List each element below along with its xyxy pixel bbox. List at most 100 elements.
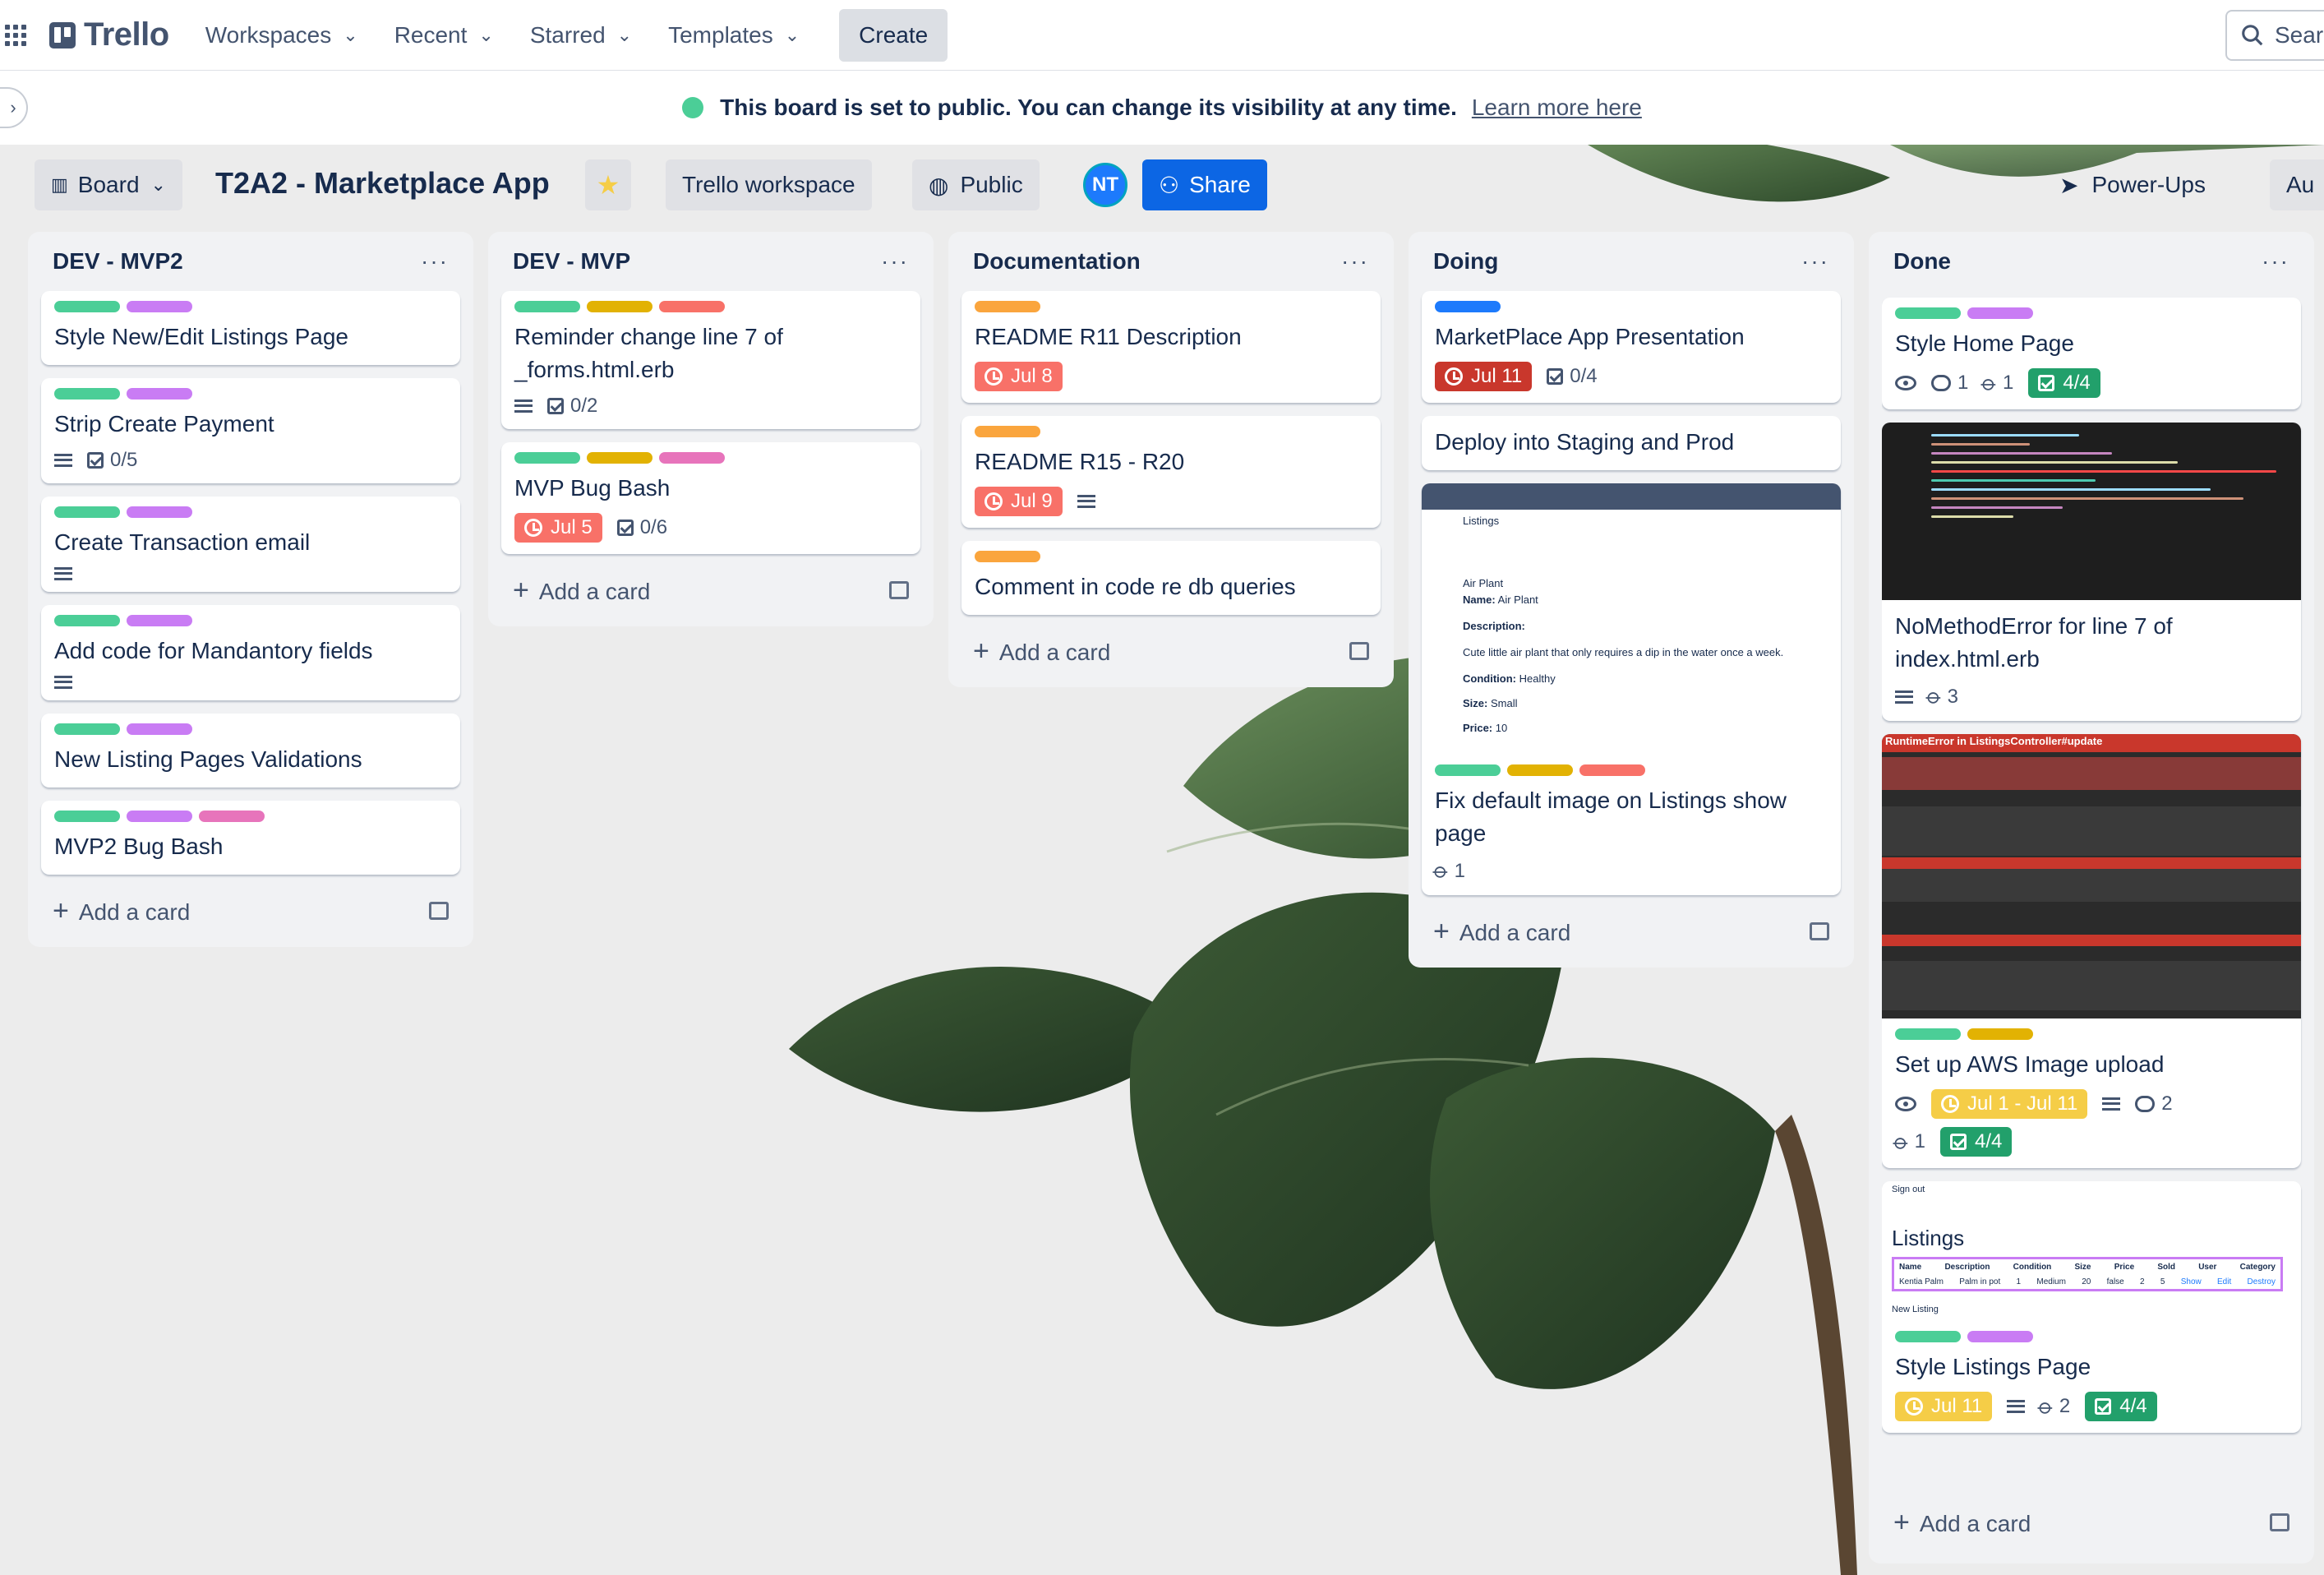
list-done: Done ··· Style Home Page 1 ⌀ 1 4/4 NoMethodE… (1869, 232, 2314, 1563)
rocket-icon: ➤ (2059, 172, 2079, 198)
card-template-icon[interactable] (1349, 642, 1369, 660)
card[interactable]: Reminder change line 7 of _forms.html.er… (501, 291, 920, 429)
due-date: Jul 5 (551, 516, 593, 538)
add-card-button[interactable]: + Add a card (41, 888, 460, 934)
card-template-icon[interactable] (2270, 1513, 2289, 1531)
workspace-button[interactable]: Trello workspace (666, 159, 872, 210)
add-card-button[interactable]: + Add a card (501, 567, 920, 613)
comment-count: 2 (2161, 1092, 2173, 1115)
plus-icon: + (973, 635, 989, 667)
nav-recent[interactable]: Recent ⌄ (394, 22, 494, 48)
list-title[interactable]: DEV - MVP2 (53, 248, 183, 275)
list-title[interactable]: DEV - MVP (513, 248, 630, 275)
visibility-button[interactable]: ◍ Public (912, 159, 1040, 210)
nav-templates[interactable]: Templates ⌄ (668, 22, 800, 48)
due-date-badge[interactable]: Jul 1 - Jul 11 (1931, 1089, 2088, 1119)
card-cover-image: Listings Air Plant Name: Air Plant Descr… (1422, 483, 1841, 755)
share-label: Share (1189, 172, 1251, 197)
cover-desc-label: Description: (1463, 620, 1525, 632)
card[interactable]: RuntimeError in ListingsController#updat… (1882, 734, 2301, 1168)
learn-more-link[interactable]: Learn more here (1472, 95, 1642, 121)
plus-icon: + (53, 894, 69, 926)
card[interactable]: Add code for Mandantory fields (41, 605, 460, 700)
nav-workspaces[interactable]: Workspaces ⌄ (205, 22, 358, 48)
label-purple (127, 615, 192, 626)
attachment-badge: ⌀ 2 (2033, 1393, 2070, 1420)
cover-size-label: Size: (1463, 697, 1488, 709)
checklist-count: 4/4 (1975, 1130, 2003, 1152)
card-template-icon[interactable] (1810, 922, 1829, 940)
card[interactable]: Listings Air Plant Name: Air Plant Descr… (1422, 483, 1841, 895)
trello-logo[interactable]: Trello (49, 16, 169, 53)
cover-table-col: Price (2114, 1262, 2135, 1272)
checklist-complete-badge: 4/4 (2028, 368, 2100, 398)
label-purple (127, 811, 192, 822)
card-template-icon[interactable] (889, 581, 909, 599)
card[interactable]: Sign out Listings Name Description Conditi… (1882, 1181, 2301, 1433)
cover-new-listing: New Listing (1892, 1305, 1939, 1314)
add-card-button[interactable]: + Add a card (1882, 1499, 2301, 1545)
search-input[interactable]: Sear (2225, 10, 2324, 61)
card-template-icon[interactable] (429, 902, 449, 920)
automation-label: Au (2286, 172, 2315, 197)
list-title[interactable]: Documentation (973, 248, 1141, 275)
automation-button[interactable]: Au (2270, 159, 2324, 210)
card[interactable]: Create Transaction email (41, 497, 460, 592)
card[interactable]: MVP2 Bug Bash (41, 801, 460, 875)
label-green (1895, 307, 1961, 319)
card[interactable]: MVP Bug Bash Jul 5 0/6 (501, 442, 920, 554)
list-menu-icon[interactable]: ··· (1801, 248, 1829, 275)
share-button[interactable]: ⚇ Share (1142, 159, 1267, 210)
label-green (514, 452, 580, 464)
list-cards-scroll[interactable]: Style Home Page 1 ⌀ 1 4/4 NoMethodError for… (1882, 291, 2306, 1499)
card-title: Deploy into Staging and Prod (1435, 429, 1735, 455)
label-green (54, 388, 120, 400)
clock-icon (524, 519, 542, 537)
cover-condition-row: Condition: Healthy (1463, 672, 1556, 685)
add-card-button[interactable]: + Add a card (1422, 908, 1841, 954)
list-menu-icon[interactable]: ··· (2262, 248, 2289, 275)
due-date-badge[interactable]: Jul 11 (1895, 1392, 1993, 1421)
card[interactable]: Style New/Edit Listings Page (41, 291, 460, 365)
card[interactable]: README R15 - R20 Jul 9 (961, 416, 1381, 528)
list-title[interactable]: Doing (1433, 248, 1498, 275)
add-card-button[interactable]: + Add a card (961, 628, 1381, 674)
powerups-button[interactable]: ➤ Power-Ups (2043, 159, 2222, 210)
visibility-banner: This board is set to public. You can cha… (0, 71, 2324, 145)
due-date-badge[interactable]: Jul 11 (1435, 362, 1533, 391)
card[interactable]: README R11 Description Jul 8 (961, 291, 1381, 403)
cover-table-cell: Medium (2036, 1277, 2066, 1286)
list-title[interactable]: Done (1893, 248, 1951, 275)
due-date-badge[interactable]: Jul 9 (975, 487, 1063, 516)
cover-condition-label: Condition: (1463, 672, 1516, 685)
card[interactable]: Deploy into Staging and Prod (1422, 416, 1841, 470)
cover-table-action: Destroy (2247, 1277, 2276, 1286)
board-view-switcher[interactable]: ▥ Board ⌄ (35, 159, 182, 210)
checklist-count: 4/4 (2119, 1395, 2147, 1417)
nav-starred[interactable]: Starred ⌄ (530, 22, 632, 48)
card[interactable]: New Listing Pages Validations (41, 714, 460, 788)
card[interactable]: MarketPlace App Presentation Jul 11 0/4 (1422, 291, 1841, 403)
due-date-badge[interactable]: Jul 8 (975, 362, 1063, 391)
cover-table-header: Name Description Condition Size Price Sold Use… (1899, 1263, 2276, 1272)
board-title[interactable]: T2A2 - Marketplace App (215, 166, 550, 201)
cover-size-row: Size: Small (1463, 697, 1517, 709)
card[interactable]: Strip Create Payment 0/5 (41, 378, 460, 483)
app-switcher-icon[interactable] (5, 24, 28, 47)
label-green (54, 811, 120, 822)
create-button[interactable]: Create (839, 8, 948, 62)
avatar[interactable]: NT (1083, 163, 1127, 207)
checklist-icon (547, 398, 564, 414)
comment-icon (1931, 375, 1951, 391)
list-menu-icon[interactable]: ··· (881, 248, 909, 275)
due-date-badge[interactable]: Jul 5 (514, 513, 602, 543)
star-board-button[interactable]: ★ (585, 159, 631, 210)
list-menu-icon[interactable]: ··· (421, 248, 449, 275)
card[interactable]: NoMethodError for line 7 of index.html.e… (1882, 423, 2301, 721)
list-menu-icon[interactable]: ··· (1341, 248, 1369, 275)
cover-signout: Sign out (1892, 1185, 1925, 1194)
comment-badge: 1 (1931, 372, 1968, 395)
card[interactable]: Comment in code re db queries (961, 541, 1381, 615)
card[interactable]: Style Home Page 1 ⌀ 1 4/4 (1882, 298, 2301, 409)
checklist-count: 0/4 (1570, 365, 1598, 387)
